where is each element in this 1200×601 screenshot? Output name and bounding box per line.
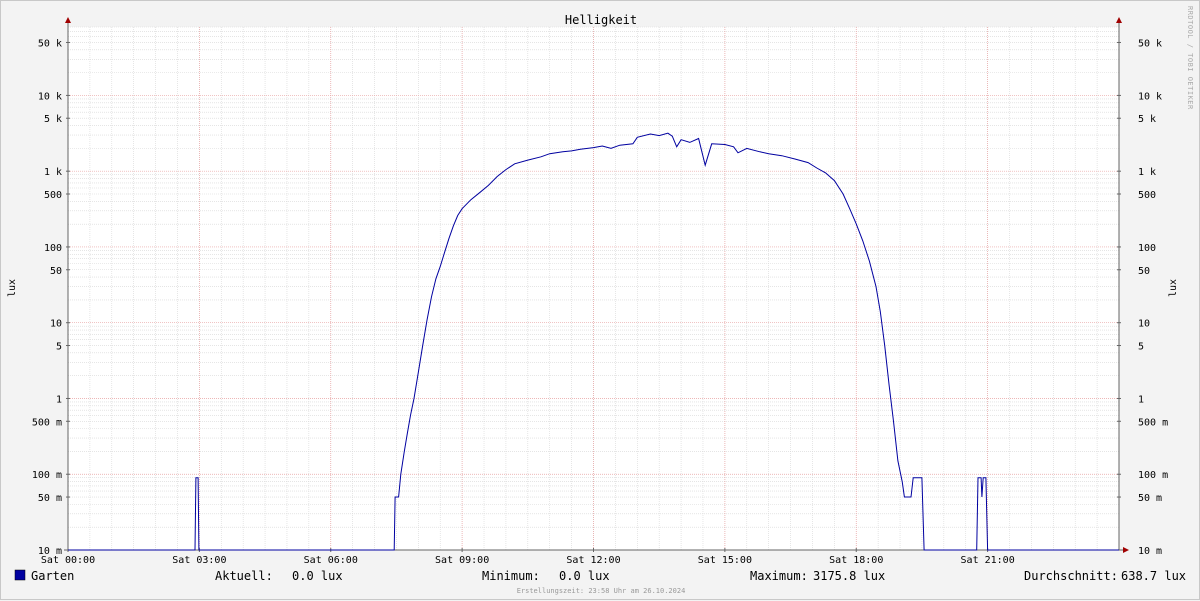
- x-tick-label: Sat 03:00: [172, 555, 226, 566]
- legend-swatch: [14, 569, 26, 581]
- y-tick-label-left: 50 k: [38, 38, 62, 49]
- legend-maximum-value: 3175.8 lux: [813, 569, 885, 583]
- chart-svg: 10 m 50 m 100 m 500 m 1 5 10 50 100 500 1 k 5 k 10 k…: [7, 6, 1194, 595]
- chart-frame: 10 m 50 m 100 m 500 m 1 5 10 50 100 500 1 k 5 k 10 k…: [0, 0, 1200, 600]
- legend-minimum-value: 0.0 lux: [559, 569, 610, 583]
- y-tick-label-right: 50 k: [1138, 38, 1162, 49]
- y-tick-label-left: 10: [50, 319, 62, 330]
- y-tick-label-right: 10 k: [1138, 91, 1162, 102]
- y-tick-label-right: 10 m: [1138, 546, 1162, 557]
- y-tick-label-right: 10: [1138, 319, 1150, 330]
- y-tick-label-left: 1 k: [44, 167, 62, 178]
- x-tick-label: Sat 12:00: [566, 555, 620, 566]
- x-tick-label: Sat 09:00: [435, 555, 489, 566]
- x-tick-label: Sat 15:00: [698, 555, 752, 566]
- y-axis-arrow-left: [65, 17, 71, 23]
- y-tick-label-left: 100 m: [32, 470, 62, 481]
- y-tick-label-left: 500 m: [32, 417, 62, 428]
- x-tick-label: Sat 06:00: [304, 555, 358, 566]
- legend-series-name: Garten: [31, 569, 74, 583]
- y-tick-label-right: 5: [1138, 342, 1144, 353]
- y-tick-label-right: 50: [1138, 266, 1150, 277]
- y-tick-label-left: 1: [56, 394, 62, 405]
- x-tick-label: Sat 21:00: [961, 555, 1015, 566]
- y-tick-label-right: 100 m: [1138, 470, 1168, 481]
- y-tick-label-left: 5 k: [44, 114, 62, 125]
- x-axis-arrow: [1123, 547, 1129, 553]
- y-tick-label-left: 100: [44, 243, 62, 254]
- footer-timestamp: Erstellungszeit: 23:58 Uhr am 26.10.2024: [517, 587, 686, 595]
- y-tick-label-left: 5: [56, 342, 62, 353]
- y-tick-label-right: 100: [1138, 243, 1156, 254]
- y-axis-arrow-right: [1116, 17, 1122, 23]
- x-tick-label: Sat 18:00: [829, 555, 883, 566]
- y-tick-label-right: 500 m: [1138, 417, 1168, 428]
- y-axis-label-left: lux: [7, 279, 18, 297]
- y-tick-label-right: 5 k: [1138, 114, 1156, 125]
- y-tick-label-right: 1: [1138, 394, 1144, 405]
- y-tick-label-right: 500: [1138, 190, 1156, 201]
- legend-average-value: 638.7 lux: [1121, 569, 1186, 583]
- y-tick-label-left: 50 m: [38, 493, 62, 504]
- watermark: RRDTOOL / TOBI OETIKER: [1186, 6, 1194, 110]
- x-tick-label: Sat 00:00: [41, 555, 95, 566]
- legend-current-label: Aktuell:: [215, 569, 273, 583]
- legend-average-label: Durchschnitt:: [1024, 569, 1118, 583]
- legend-current-value: 0.0 lux: [292, 569, 343, 583]
- legend-maximum-label: Maximum:: [750, 569, 808, 583]
- y-tick-label-left: 10 k: [38, 91, 62, 102]
- y-tick-labels-right: 10 m 50 m 100 m 500 m 1 5 10 50 100 500 1 k 5 k 10 k…: [1138, 38, 1168, 557]
- chart-title: Helligkeit: [565, 13, 637, 27]
- y-tick-label-right: 50 m: [1138, 493, 1162, 504]
- y-tick-label-right: 1 k: [1138, 167, 1156, 178]
- y-tick-label-left: 500: [44, 190, 62, 201]
- y-tick-labels-left: 10 m50 m100 m500 m1510501005001 k5 k10 k…: [32, 38, 62, 557]
- x-tick-labels: Sat 00:00 Sat 03:00 Sat 06:00 Sat 09:00 Sat …: [41, 555, 1015, 566]
- y-axis-label-right: lux: [1168, 279, 1179, 297]
- y-tick-label-left: 50: [50, 266, 62, 277]
- legend-minimum-label: Minimum:: [482, 569, 540, 583]
